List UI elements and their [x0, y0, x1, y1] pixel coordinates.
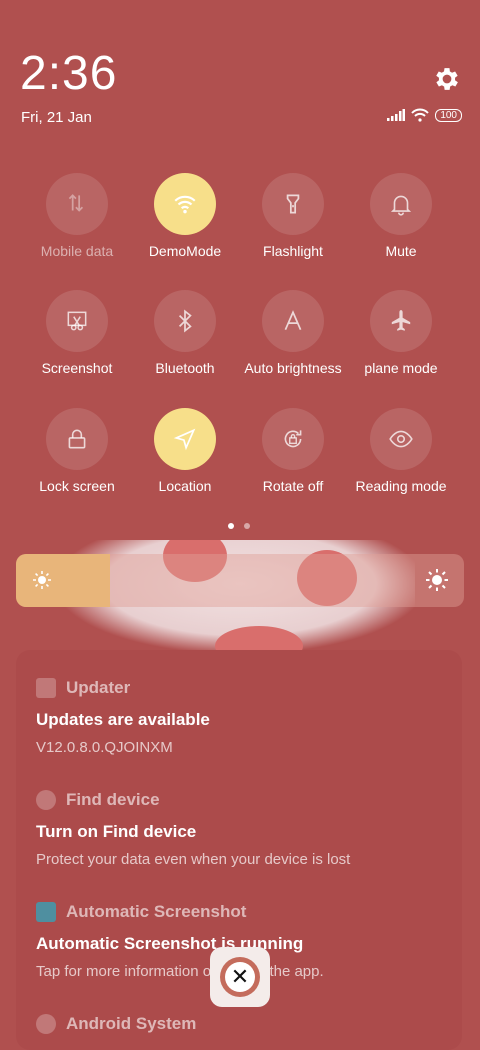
location-arrow-icon: [173, 428, 196, 451]
tile-label: Auto brightness: [244, 360, 342, 376]
find-device-app-icon: [36, 790, 56, 810]
brightness-slider[interactable]: [16, 554, 464, 607]
tile-button[interactable]: [262, 290, 324, 352]
tile-demomode[interactable]: DemoMode: [131, 173, 239, 259]
tile-plane-mode[interactable]: plane mode: [347, 290, 455, 376]
notification-title: Turn on Find device: [36, 822, 197, 841]
tile-label: Screenshot: [41, 360, 113, 376]
tile-location[interactable]: Location: [131, 408, 239, 494]
date: Fri, 21 Jan: [21, 109, 92, 126]
tile-button[interactable]: [46, 173, 108, 235]
notification-app-name: Android System: [66, 1014, 197, 1033]
lock-icon: [68, 429, 86, 449]
notification-app-name: Find device: [66, 790, 160, 809]
tile-button[interactable]: [154, 290, 216, 352]
tile-lock-screen[interactable]: Lock screen: [23, 408, 131, 494]
scissors-icon: [67, 311, 87, 331]
tile-mute[interactable]: Mute: [347, 173, 455, 259]
updater-app-icon: [36, 678, 56, 698]
clock: 2:36: [20, 47, 118, 100]
font-a-icon: [284, 310, 302, 331]
tile-label: Bluetooth: [155, 360, 215, 376]
tile-label: Location: [158, 478, 212, 494]
eye-icon: [389, 430, 413, 448]
brightness-high-icon: [426, 569, 448, 591]
tile-rotate-off[interactable]: Rotate off: [239, 408, 347, 494]
bell-icon: [390, 195, 412, 216]
wifi-status-icon: [411, 108, 430, 122]
auto-screenshot-app-icon: [36, 902, 56, 922]
signal-icon: [387, 109, 406, 121]
rotate-lock-icon: [284, 430, 302, 448]
tile-bluetooth[interactable]: Bluetooth: [131, 290, 239, 376]
tile-label: Lock screen: [39, 478, 115, 494]
tile-button[interactable]: [370, 173, 432, 235]
tile-auto-brightness[interactable]: Auto brightness: [239, 290, 347, 376]
notification-text: V12.0.8.0.QJOINXM: [36, 739, 173, 756]
android-system-app-icon: [36, 1014, 56, 1034]
status-icons: 100: [387, 108, 462, 122]
tile-label: Mobile data: [40, 243, 114, 259]
wifi-icon: [174, 195, 196, 214]
tile-button[interactable]: [154, 173, 216, 235]
tile-label: plane mode: [364, 360, 438, 376]
tile-button[interactable]: [46, 408, 108, 470]
notification-app-name: Updater: [66, 678, 131, 697]
airplane-icon: [391, 310, 411, 331]
page-indicator: [228, 523, 250, 529]
page-dot-2: [244, 523, 250, 529]
tile-label: Reading mode: [355, 478, 447, 494]
mobile-data-icon: [68, 194, 84, 212]
tile-label: Flashlight: [263, 243, 323, 259]
notification-text: Protect your data even when your device …: [36, 851, 351, 868]
tile-flashlight[interactable]: Flashlight: [239, 173, 347, 259]
settings-gear-icon[interactable]: [432, 64, 462, 94]
brightness-low-icon: [33, 571, 51, 589]
battery-indicator: 100: [435, 108, 462, 122]
tile-button[interactable]: [46, 290, 108, 352]
notification-updater[interactable]: Updater Updates are available V12.0.8.0.…: [36, 678, 456, 756]
close-floating-button[interactable]: ✕: [210, 947, 270, 1007]
tile-label: Rotate off: [262, 478, 324, 494]
page-dot-1: [228, 523, 234, 529]
close-icon: ✕: [225, 962, 255, 992]
notification-title: Updates are available: [36, 710, 210, 729]
tile-label: Mute: [385, 243, 417, 259]
tile-mobile-data[interactable]: Mobile data: [23, 173, 131, 259]
tile-screenshot[interactable]: Screenshot: [23, 290, 131, 376]
notification-android-system[interactable]: Android System: [36, 1014, 456, 1034]
brightness-fill: [16, 554, 111, 607]
tile-button[interactable]: [370, 290, 432, 352]
tile-button[interactable]: [262, 173, 324, 235]
notification-app-name: Automatic Screenshot: [66, 902, 247, 921]
bluetooth-icon: [178, 309, 192, 333]
tile-button[interactable]: [154, 408, 216, 470]
notification-find-device[interactable]: Find device Turn on Find device Protect …: [36, 790, 456, 868]
tile-reading-mode[interactable]: Reading mode: [347, 408, 455, 494]
tile-label: DemoMode: [148, 243, 222, 259]
tile-button[interactable]: [262, 408, 324, 470]
tile-button[interactable]: [370, 408, 432, 470]
flashlight-icon: [286, 194, 300, 214]
